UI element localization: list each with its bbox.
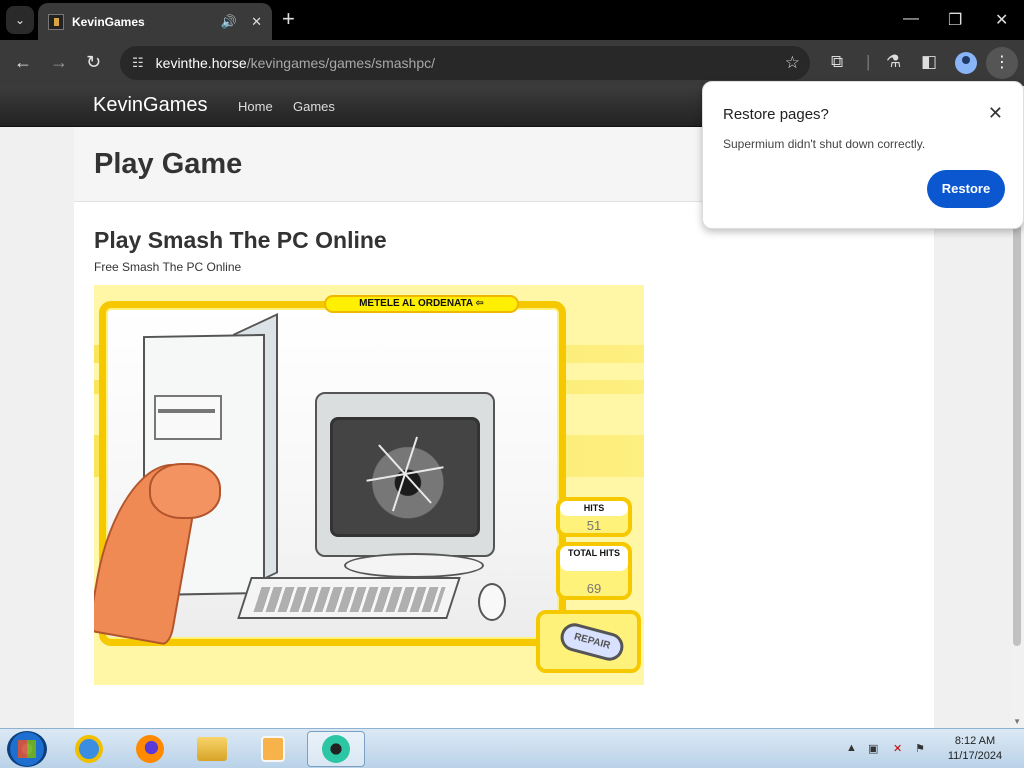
tab-strip: ⌄ KevinGames 🔊 ✕ + — ❐ ✕ [0,0,1024,40]
hits-value: 51 [586,518,602,533]
total-hits-value: 69 [586,581,602,596]
disk-drive [154,395,222,440]
game-canvas[interactable]: METELE AL ORDENATA ⇦ HITS 51 TOTAL HITS … [94,285,644,685]
browser-taskbar-button[interactable] [307,731,365,767]
restore-window-button[interactable]: ❐ [948,10,962,30]
popup-title: Restore pages? [723,106,829,123]
url-path: /kevingames/games/smashpc/ [246,55,436,71]
system-clock[interactable]: 8:12 AM 11/17/2024 [940,734,1010,764]
total-hits-label: TOTAL HITS [560,546,628,571]
site-info-icon[interactable]: ☷ [132,55,144,71]
game-title: Play Smash The PC Online [94,227,387,253]
restore-button[interactable]: Restore [927,170,1005,208]
mouse[interactable] [478,583,506,621]
address-bar[interactable]: ☷ kevinthe.horse/kevingames/games/smashp… [120,46,810,80]
hits-counter: HITS 51 [556,497,632,537]
monitor-base [344,553,484,578]
site-brand[interactable]: KevinGames [93,94,208,117]
profile-avatar[interactable] [955,52,977,74]
firefox-icon [136,735,164,763]
minimize-button[interactable]: — [903,10,919,28]
restore-pages-popup: Restore pages? ✕ Supermium didn't shut d… [702,81,1024,229]
forward-button[interactable]: → [50,52,68,72]
nav-games-link[interactable]: Games [293,99,335,114]
close-icon[interactable]: ✕ [988,103,1003,124]
bookmark-star-icon[interactable]: ☆ [785,53,800,73]
disk-slot [158,409,215,413]
keyboard[interactable] [237,577,461,619]
browser-toolbar: ← → ↻ ☷ kevinthe.horse/kevingames/games/… [0,40,1024,86]
fist [149,463,221,519]
popup-message: Supermium didn't shut down correctly. [723,137,926,151]
game-subtitle: Free Smash The PC Online [94,260,242,274]
scrollbar-thumb[interactable] [1013,196,1021,646]
browser-tab[interactable]: KevinGames 🔊 ✕ [38,3,272,40]
internet-explorer-icon [75,735,103,763]
game-instruction: METELE AL ORDENATA ⇦ [324,295,519,313]
total-hits-counter: TOTAL HITS 69 [556,542,632,600]
media-player-taskbar-button[interactable] [244,731,302,767]
repair-button[interactable]: REPAIR [536,610,641,673]
labs-icon[interactable]: ⚗ [886,52,901,72]
scroll-down-arrow-icon[interactable]: ▼ [1013,717,1021,726]
favicon-icon [48,13,64,30]
url-host: kevinthe.horse [155,55,247,71]
browser-menu-button[interactable]: ⋮ [986,47,1018,79]
side-panel-icon[interactable]: ◧ [921,52,937,72]
wrench-icon: REPAIR [557,620,627,664]
folder-icon [197,737,227,761]
start-button[interactable] [7,731,47,767]
clock-date: 11/17/2024 [947,750,1003,762]
volume-muted-icon[interactable]: ✕ [893,742,902,755]
firefox-taskbar-button[interactable] [121,731,179,767]
network-icon[interactable]: ▣ [868,742,878,755]
page-title: Play Game [94,148,243,180]
clock-time: 8:12 AM [954,735,996,747]
tab-title: KevinGames [72,14,145,29]
media-player-icon [261,736,285,762]
close-window-button[interactable]: ✕ [995,10,1008,30]
tab-search-button[interactable]: ⌄ [6,6,34,34]
divider: | [866,52,871,71]
back-button[interactable]: ← [14,52,32,72]
file-explorer-taskbar-button[interactable] [183,731,241,767]
windows-taskbar: ▲ ▣ ✕ ⚑ 8:12 AM 11/17/2024 [0,728,1024,768]
nav-home-link[interactable]: Home [238,99,273,114]
reload-button[interactable]: ↻ [86,52,101,72]
show-hidden-icons-button[interactable]: ▲ [846,742,857,754]
new-tab-button[interactable]: + [282,8,295,30]
close-tab-icon[interactable]: ✕ [251,14,262,30]
hits-label: HITS [560,501,628,516]
speaker-icon[interactable]: 🔊 [221,14,237,30]
browser-app-icon [322,735,350,763]
internet-explorer-taskbar-button[interactable] [60,731,118,767]
extensions-icon[interactable]: ⧉ [831,52,843,72]
action-center-icon[interactable]: ⚑ [915,742,925,755]
